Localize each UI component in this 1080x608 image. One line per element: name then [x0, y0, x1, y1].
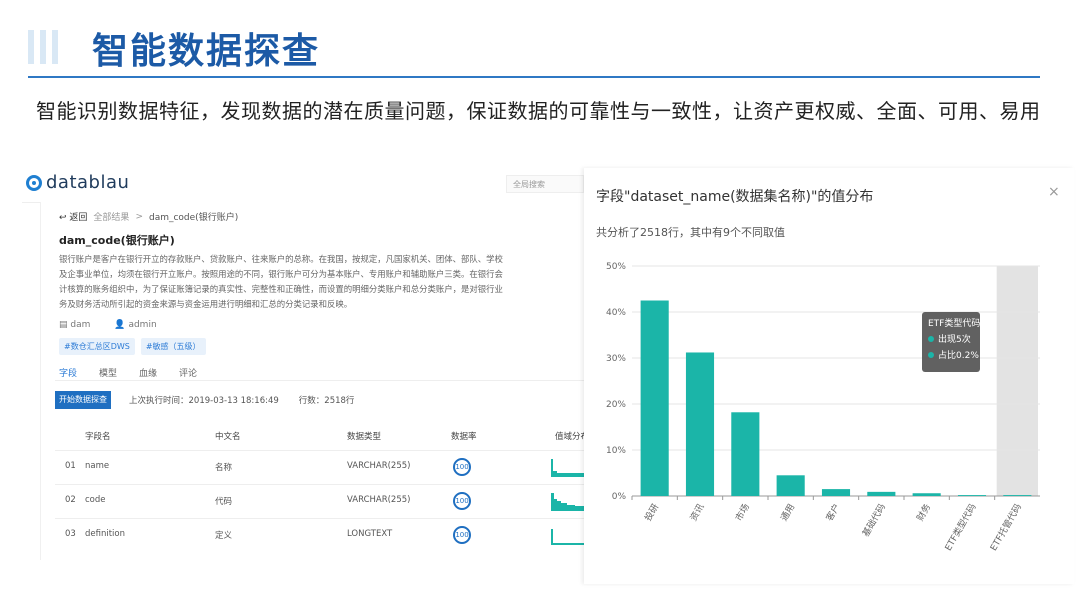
tooltip-title: ETF类型代码 [928, 319, 981, 329]
global-search-input[interactable]: 全局搜索 [506, 175, 584, 193]
y-tick-label: 20% [606, 400, 626, 410]
x-tick-label: 通用 [779, 502, 798, 523]
y-tick-label: 30% [606, 354, 626, 364]
row-number: 03 [65, 529, 76, 539]
field-cn-name: 定义 [215, 531, 233, 541]
tab-model[interactable]: 模型 [99, 366, 117, 379]
field-name: name [85, 461, 110, 471]
x-tick-label: 市场 [733, 502, 752, 524]
fill-rate-badge: 100 [453, 526, 471, 544]
y-tick-label: 0% [612, 492, 627, 502]
bar [685, 352, 715, 496]
run-info: 上次执行时间：2019-03-13 18:16:49 行数：2518行 [129, 394, 354, 406]
owner-name: admin [128, 320, 157, 330]
last-run-time: 上次执行时间：2019-03-13 18:16:49 [129, 396, 279, 406]
row-count: 行数：2518行 [298, 396, 355, 406]
database-name: dam [70, 320, 91, 330]
field-type: VARCHAR(255) [347, 495, 411, 505]
distribution-sparkline [551, 493, 586, 511]
asset-title: dam_code(银行账户) [59, 234, 175, 247]
x-tick-label: 财务 [914, 502, 933, 524]
tooltip-count-text: 出现5次 [938, 335, 971, 345]
y-tick-label: 50% [606, 262, 626, 272]
value-distribution-panel: 字段"dataset_name(数据集名称)"的值分布 × 共分析了2518行，… [584, 168, 1074, 584]
tab-comments[interactable]: 评论 [179, 366, 197, 379]
bar [776, 475, 805, 496]
logo[interactable]: datablau [26, 172, 129, 193]
bar [912, 493, 941, 496]
x-tick-label: ETF托管代码 [987, 502, 1024, 553]
start-profiling-button[interactable]: 开始数据探查 [55, 391, 111, 409]
bar [957, 495, 987, 496]
bar [731, 412, 760, 496]
app-header: datablau 全局搜索 [22, 166, 586, 203]
fill-rate-badge: 100 [453, 492, 471, 510]
title-decoration [28, 30, 64, 64]
tag[interactable]: #敏感（五级） [140, 338, 206, 355]
field-type: LONGTEXT [347, 529, 393, 539]
table-row[interactable]: 01 name 名称 VARCHAR(255) 100 [55, 450, 586, 485]
chart-tooltip: ETF类型代码 出现5次 占比0.2% [922, 312, 980, 372]
y-tick-label: 40% [606, 308, 626, 318]
breadcrumb-separator: > [135, 211, 143, 222]
distribution-sparkline [551, 459, 586, 477]
row-number: 01 [65, 461, 76, 471]
x-tick-label: ETF类型代码 [942, 502, 979, 553]
bar [640, 300, 669, 496]
tag-list: #数仓汇总区DWS #敏感（五级） [59, 338, 206, 355]
field-type: VARCHAR(255) [347, 461, 411, 471]
table-header: 字段名 中文名 数据类型 数据率 值域分布 [55, 424, 586, 448]
bar [1003, 495, 1032, 496]
x-tick-label: 基础代码 [860, 502, 888, 539]
table-row[interactable]: 02 code 代码 VARCHAR(255) 100 [55, 484, 586, 519]
tooltip-ratio-text: 占比0.2% [938, 351, 979, 361]
asset-detail: ↩ 返回 全部结果 > dam_code(银行账户) dam_code(银行账户… [40, 202, 586, 560]
logo-icon [26, 174, 42, 191]
column-header: 数据率 [451, 432, 477, 442]
bar [821, 489, 851, 496]
y-tick-label: 10% [606, 446, 626, 456]
tooltip-count: 出现5次 [928, 332, 974, 348]
back-link[interactable]: ↩ 返回 [59, 210, 87, 223]
asset-meta: ▤ dam 👤 admin [59, 320, 157, 330]
fill-rate-badge: 100 [453, 458, 471, 476]
back-label: 返回 [69, 213, 88, 223]
column-header: 中文名 [215, 432, 241, 442]
slide-subtitle: 智能识别数据特征，发现数据的潜在质量问题，保证数据的可靠性与一致性，让资产更权威… [36, 99, 1041, 123]
x-tick-label: 投研 [642, 502, 661, 524]
owner-meta: 👤 admin [114, 320, 157, 330]
title-divider [28, 76, 1040, 78]
column-header: 数据类型 [347, 432, 382, 442]
database-meta: ▤ dam [59, 320, 91, 330]
row-number: 02 [65, 495, 76, 505]
breadcrumb-current: dam_code(银行账户) [148, 213, 239, 223]
tab-lineage[interactable]: 血缘 [139, 366, 157, 379]
tooltip-ratio: 占比0.2% [928, 348, 979, 364]
asset-description: 银行账户是客户在银行开立的存款账户、贷款账户、往来账户的总称。在我国，按规定，凡… [59, 254, 503, 309]
column-header: 值域分布 [555, 432, 586, 442]
tab-fields[interactable]: 字段 [59, 366, 77, 379]
x-tick-label: 资讯 [688, 502, 707, 523]
tab-divider [55, 380, 585, 381]
detail-tabs: 字段 模型 血缘 评论 [59, 366, 197, 379]
slide-title: 智能数据探查 [92, 31, 321, 72]
field-cn-name: 代码 [215, 497, 233, 507]
tag[interactable]: #数仓汇总区DWS [59, 338, 135, 355]
bar [867, 491, 896, 496]
breadcrumb: ↩ 返回 全部结果 > dam_code(银行账户) [59, 210, 239, 224]
value-distribution-chart: 0% 10% 20% 30% 40% 50% 投研 资讯 市场 通用 客户 基础代码 财务 ETF类型代码… [606, 262, 1040, 553]
x-tick-label: 客户 [823, 502, 842, 524]
hover-highlight [996, 266, 1038, 496]
app-screenshot: datablau 全局搜索 ↩ 返回 全部结果 > dam_code(银行账户)… [22, 166, 586, 560]
breadcrumb-parent[interactable]: 全部结果 [93, 210, 129, 223]
table-row[interactable]: 03 definition 定义 LONGTEXT 100 [55, 518, 586, 553]
logo-text: datablau [46, 172, 130, 193]
field-name: definition [85, 529, 126, 539]
field-name: code [85, 495, 106, 505]
distribution-sparkline [551, 529, 586, 545]
column-header: 字段名 [85, 432, 111, 442]
field-cn-name: 名称 [215, 463, 233, 473]
